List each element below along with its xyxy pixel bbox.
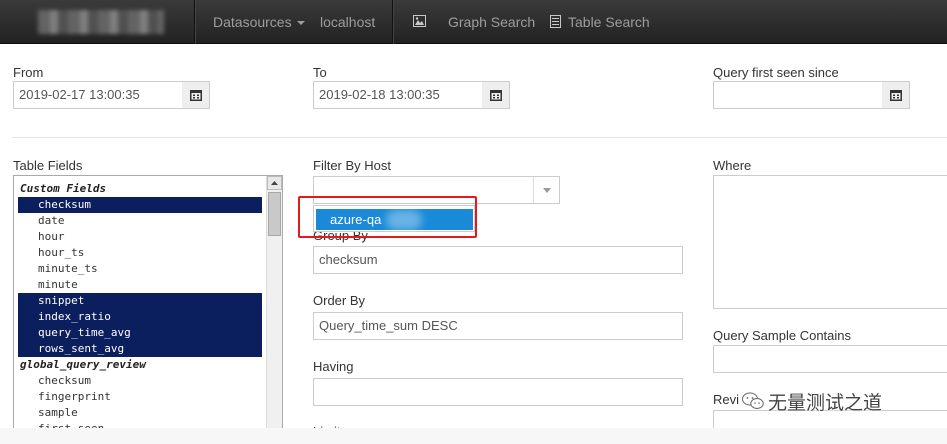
picture-icon — [413, 15, 426, 27]
optgroup-label: global_query_review — [20, 358, 146, 371]
field-option[interactable]: checksum — [18, 373, 262, 389]
field-option[interactable]: hour — [18, 229, 262, 245]
to-calendar-button[interactable] — [482, 81, 510, 109]
query-sample-contains-label: Query Sample Contains — [713, 328, 852, 343]
field-option[interactable]: index_ratio — [18, 309, 262, 325]
field-option[interactable]: minute — [18, 277, 262, 293]
nav-divider — [392, 0, 393, 44]
first-seen-input[interactable] — [713, 81, 883, 109]
datasources-label: Datasources — [213, 14, 292, 30]
table-fields-listbox[interactable]: Custom Fields checksum date hour hour_ts minu… — [13, 175, 283, 435]
to-date-input[interactable]: 2019-02-18 13:00:35 — [313, 81, 483, 109]
annotation-highlight-box — [298, 196, 477, 238]
from-date-input[interactable]: 2019-02-17 13:00:35 — [13, 81, 183, 109]
scroll-up-button[interactable] — [267, 176, 282, 190]
order-by-label: Order By — [313, 293, 366, 308]
field-option[interactable]: query_time_avg — [18, 325, 262, 341]
listbox-scrollbar[interactable] — [266, 176, 282, 434]
field-option[interactable]: minute_ts — [18, 261, 262, 277]
watermark-text: 无量测试之道 — [768, 393, 883, 414]
host-menu-item[interactable]: localhost — [320, 14, 375, 30]
scroll-thumb[interactable] — [268, 192, 281, 236]
datasources-menu[interactable]: Datasources — [213, 14, 305, 30]
from-calendar-button[interactable] — [182, 81, 210, 109]
graph-search-link[interactable]: Graph Search — [448, 14, 535, 30]
filter-by-host-label: Filter By Host — [313, 158, 392, 173]
field-option[interactable]: snippet — [18, 293, 262, 309]
having-label: Having — [313, 359, 354, 374]
field-option[interactable]: rows_sent_avg — [18, 341, 262, 357]
select-toggle[interactable] — [533, 177, 559, 203]
first-seen-calendar-button[interactable] — [882, 81, 910, 109]
calendar-icon — [489, 90, 502, 101]
optgroup-label: Custom Fields — [20, 182, 107, 195]
group-by-input[interactable]: checksum — [313, 246, 683, 274]
field-option[interactable]: hour_ts — [18, 245, 262, 261]
bottom-edge — [0, 428, 947, 444]
calendar-icon — [189, 90, 202, 101]
table-fields-label: Table Fields — [13, 158, 83, 173]
reviewed-status-label: Revi — [713, 392, 740, 407]
caret-down-icon — [296, 21, 305, 26]
nav-divider — [194, 0, 195, 44]
order-by-input[interactable]: Query_time_sum DESC — [313, 312, 683, 340]
where-textarea[interactable] — [713, 175, 947, 309]
to-label: To — [313, 65, 327, 80]
listbox-options: Custom Fields checksum date hour hour_ts minu… — [14, 176, 282, 434]
wechat-icon — [742, 392, 764, 409]
where-label: Where — [713, 158, 752, 173]
query-sample-contains-input[interactable] — [713, 345, 947, 373]
list-icon — [550, 15, 561, 28]
brand-logo[interactable] — [38, 10, 164, 34]
field-option[interactable]: checksum — [18, 197, 262, 213]
field-option[interactable]: date — [18, 213, 262, 229]
top-navbar: Datasources localhost Graph Search Table… — [0, 0, 947, 44]
having-input[interactable] — [313, 378, 683, 406]
calendar-icon — [889, 90, 902, 101]
table-search-link[interactable]: Table Search — [568, 14, 650, 30]
arrow-up-icon — [271, 181, 278, 185]
field-option[interactable]: fingerprint — [18, 389, 262, 405]
field-option[interactable]: sample — [18, 405, 262, 421]
first-seen-label: Query first seen since — [713, 65, 839, 80]
from-label: From — [13, 65, 44, 80]
chevron-down-icon — [542, 187, 551, 193]
section-divider — [12, 137, 947, 138]
